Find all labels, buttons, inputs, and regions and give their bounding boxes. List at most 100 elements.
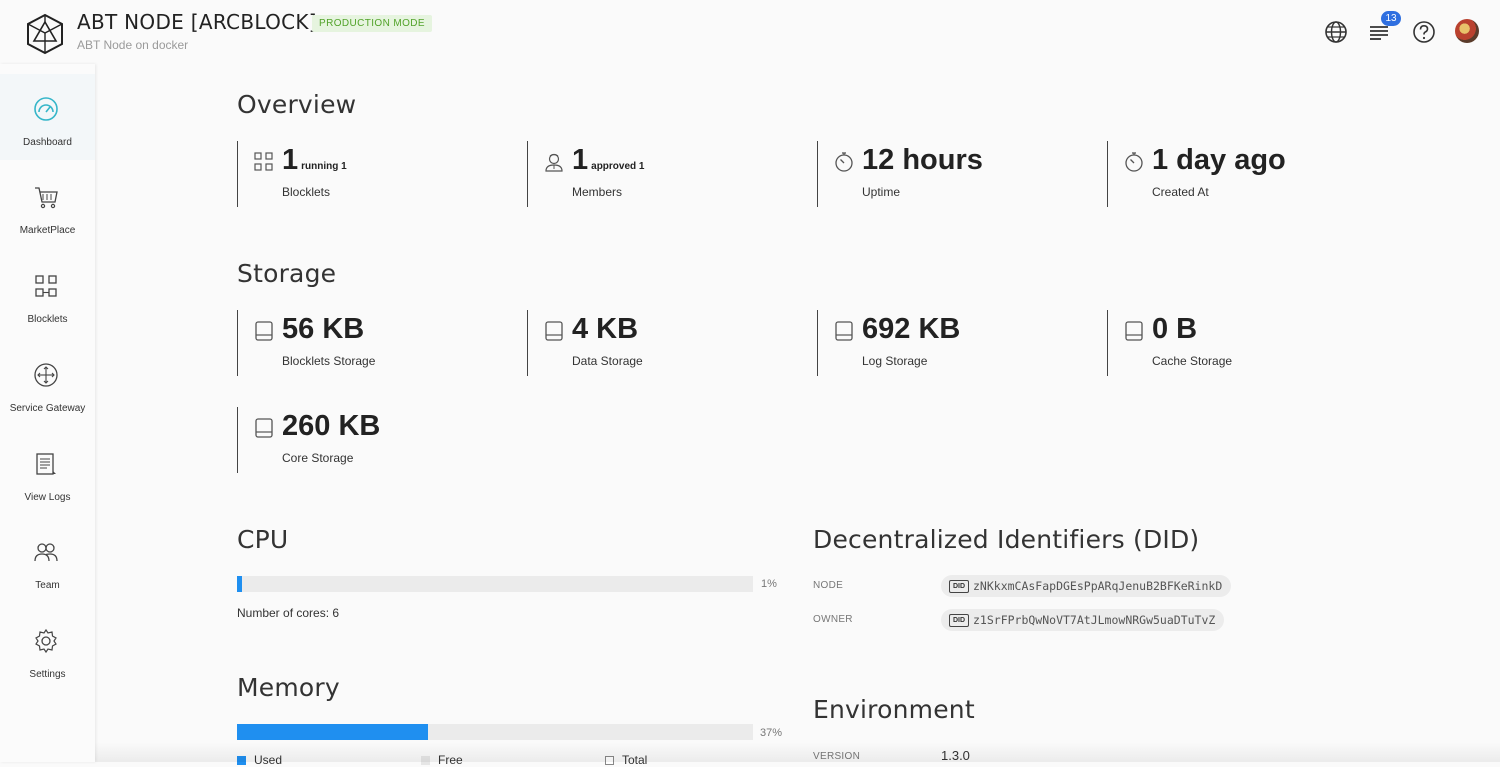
members-icon (545, 153, 563, 172)
stat-value: 1 day ago (1152, 144, 1286, 176)
sidebar-item-marketplace[interactable]: MarketPlace (0, 162, 95, 248)
memory-title: Memory (237, 673, 340, 702)
disk-icon (255, 418, 273, 438)
cpu-usage-percent: 1% (761, 578, 777, 590)
stat-log-storage: 692 KB Log Storage (817, 310, 1087, 376)
gear-icon (35, 628, 57, 654)
sidebar-item-label: Service Gateway (9, 403, 86, 414)
sidebar: Dashboard MarketPlace Blocklets Service … (0, 64, 95, 762)
blocklets-grid-icon (35, 275, 57, 297)
did-owner-value: z1SrFPrbQwNoVT7AtJLmowNRGw5uaDTuTvZ (973, 613, 1216, 627)
cpu-usage-bar (237, 576, 753, 592)
stat-data-storage: 4 KB Data Storage (527, 310, 797, 376)
stat-caption: Data Storage (572, 354, 643, 368)
did-node-label: NODE (813, 580, 844, 591)
blocklets-grid-icon (254, 152, 273, 171)
stat-members: 1 approved 1 Members (527, 141, 797, 207)
stopwatch-icon (835, 152, 853, 172)
memory-usage-bar (237, 724, 753, 740)
env-version-value: 1.3.0 (941, 748, 970, 763)
arcblock-logo-icon[interactable] (25, 13, 65, 55)
stat-value: 0 B (1152, 313, 1198, 345)
sidebar-item-label: Blocklets (27, 314, 68, 325)
stat-created-at: 1 day ago Created At (1107, 141, 1377, 207)
environment-title: Environment (813, 695, 975, 724)
legend-total: Total (605, 753, 647, 767)
legend-label: Used (254, 753, 283, 767)
legend-swatch (605, 755, 614, 765)
sidebar-item-label: MarketPlace (19, 225, 76, 236)
did-owner-chip[interactable]: DID z1SrFPrbQwNoVT7AtJLmowNRGw5uaDTuTvZ (941, 609, 1225, 631)
stat-caption: Created At (1152, 185, 1209, 199)
legend-used: Used (237, 753, 282, 767)
stat-caption: Blocklets Storage (282, 354, 376, 368)
sidebar-item-label: View Logs (24, 492, 71, 503)
disk-icon (545, 321, 563, 341)
stat-value: 692 KB (862, 313, 961, 345)
stat-caption: Uptime (862, 185, 901, 199)
overview-title: Overview (237, 90, 357, 119)
dashboard-gauge-icon (34, 97, 58, 121)
app-header: ABT NODE [ARCBLOCK] PRODUCTION MODE ABT … (0, 0, 1500, 64)
sidebar-item-team[interactable]: Team (0, 517, 95, 603)
stat-cache-storage: 0 B Cache Storage (1107, 310, 1377, 376)
stat-caption: Cache Storage (1152, 354, 1233, 368)
legend-free: Free (421, 753, 463, 767)
stat-value: 1 approved 1 (572, 144, 645, 176)
logs-document-icon (36, 453, 56, 475)
stat-caption: Log Storage (862, 354, 928, 368)
sidebar-item-blocklets[interactable]: Blocklets (0, 251, 95, 337)
disk-icon (255, 321, 273, 341)
stat-caption: Blocklets (282, 185, 331, 199)
user-avatar[interactable] (1455, 19, 1479, 43)
sidebar-item-label: Settings (29, 669, 66, 680)
env-version-label: VERSION (813, 751, 861, 762)
sidebar-item-dashboard[interactable]: Dashboard (0, 74, 95, 160)
app-title: ABT NODE [ARCBLOCK] (77, 10, 317, 34)
memory-usage-percent: 37% (760, 727, 783, 739)
cart-icon (35, 187, 58, 209)
cpu-cores-text: Number of cores: 6 (237, 606, 340, 620)
production-mode-badge: PRODUCTION MODE (312, 15, 432, 32)
did-node-value: zNKkxmCAsFapDGEsPpARqJenuB2BFKeRinkD (973, 579, 1223, 593)
stat-core-storage: 260 KB Core Storage (237, 407, 507, 473)
memory-usage-fill (237, 724, 428, 740)
sidebar-item-settings[interactable]: Settings (0, 606, 95, 692)
globe-icon[interactable] (1323, 19, 1349, 45)
did-badge-icon: DID (949, 579, 969, 593)
stat-blocklets-storage: 56 KB Blocklets Storage (237, 310, 507, 376)
cpu-usage-fill (237, 576, 243, 592)
did-owner-label: OWNER (813, 614, 853, 625)
sidebar-item-service-gateway[interactable]: Service Gateway (0, 340, 95, 426)
help-icon[interactable] (1411, 19, 1437, 45)
legend-swatch (237, 755, 246, 765)
notification-count-badge: 13 (1381, 11, 1401, 26)
sidebar-item-label: Dashboard (23, 137, 72, 148)
disk-icon (835, 321, 853, 341)
stat-value: 260 KB (282, 410, 381, 442)
scroll-shadow (95, 742, 1500, 762)
stat-uptime: 12 hours Uptime (817, 141, 1087, 207)
stat-blocklets: 1 running 1 Blocklets (237, 141, 507, 207)
storage-title: Storage (237, 259, 337, 288)
stat-value: 4 KB (572, 313, 639, 345)
stat-value: 12 hours (862, 144, 983, 176)
legend-swatch (421, 755, 430, 765)
sidebar-item-label: Team (35, 580, 60, 591)
sidebar-item-view-logs[interactable]: View Logs (0, 429, 95, 515)
stat-value: 1 running 1 (282, 144, 347, 176)
app-subtitle: ABT Node on docker (77, 38, 189, 52)
did-node-chip[interactable]: DID zNKkxmCAsFapDGEsPpARqJenuB2BFKeRinkD (941, 575, 1232, 597)
stat-caption: Members (572, 185, 623, 199)
stopwatch-icon (1125, 152, 1143, 172)
legend-label: Free (438, 753, 463, 767)
did-badge-icon: DID (949, 613, 969, 627)
gateway-compass-icon (34, 363, 58, 387)
stat-caption: Core Storage (282, 451, 354, 465)
disk-icon (1125, 321, 1143, 341)
did-title: Decentralized Identifiers (DID) (813, 525, 1200, 554)
stat-value: 56 KB (282, 313, 365, 345)
team-people-icon (34, 543, 58, 562)
cpu-title: CPU (237, 525, 289, 554)
legend-label: Total (622, 753, 648, 767)
